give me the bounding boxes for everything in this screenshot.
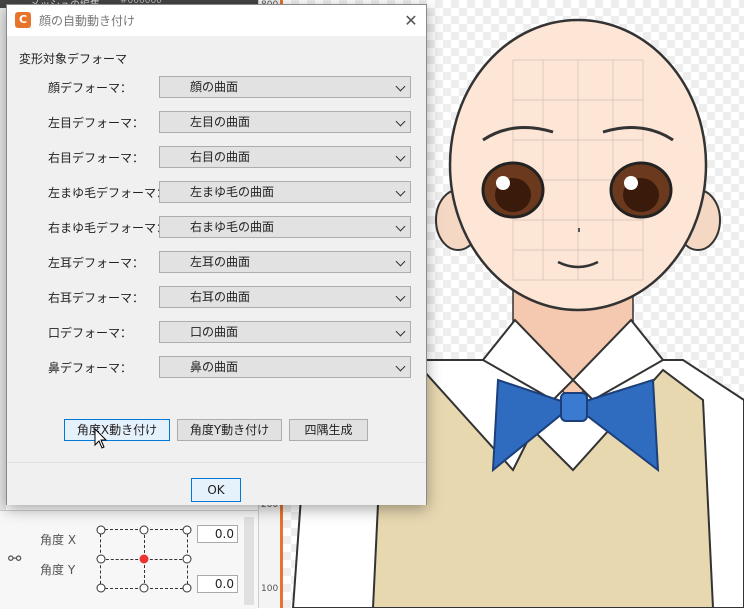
four-corners-button[interactable]: 四隅生成 [289, 419, 368, 441]
row-label-right-eye: 右目デフォーマ： [48, 151, 145, 165]
angle-y-motion-button[interactable]: 角度Y動き付け [177, 419, 282, 441]
select-nose-deformer[interactable]: 鼻の曲面 [159, 356, 411, 378]
select-face-deformer[interactable]: 顔の曲面 [159, 76, 411, 98]
select-right-eye-deformer[interactable]: 右目の曲面 [159, 146, 411, 168]
select-left-brow-deformer[interactable]: 左まゆ毛の曲面 [159, 181, 411, 203]
angle-y-value[interactable]: 0.0 [197, 575, 238, 593]
ok-button[interactable]: OK [191, 478, 241, 502]
select-left-ear-deformer[interactable]: 左耳の曲面 [159, 251, 411, 273]
section-label: 変形対象デフォーマ [19, 52, 128, 66]
row-label-mouth: 口デフォーマ： [48, 326, 133, 340]
row-label-left-eye: 左目デフォーマ： [48, 116, 145, 130]
close-icon[interactable]: ✕ [396, 5, 426, 36]
angle-x-value[interactable]: 0.0 [197, 525, 238, 543]
app-icon: C [15, 12, 31, 28]
dialog-titlebar[interactable]: C 顔の自動動き付け ✕ [7, 5, 426, 36]
row-label-face: 顔デフォーマ： [48, 81, 133, 95]
row-label-left-brow: 左まゆ毛デフォーマ： [48, 186, 169, 200]
angle-handle[interactable] [139, 554, 149, 564]
select-right-brow-deformer[interactable]: 右まゆ毛の曲面 [159, 216, 411, 238]
chevron-down-icon [395, 186, 406, 197]
dialog-title: 顔の自動動き付け [39, 14, 136, 28]
row-label-right-ear: 右耳デフォーマ： [48, 291, 145, 305]
panel-scrollbar[interactable] [244, 517, 254, 605]
chevron-down-icon [395, 116, 406, 127]
mouse-cursor-icon [94, 428, 108, 449]
angle-x-label: 角度 X [40, 533, 77, 547]
select-mouth-deformer[interactable]: 口の曲面 [159, 321, 411, 343]
link-icon[interactable]: ⚯ [8, 549, 21, 568]
dialog-footer: OK [7, 462, 426, 505]
auto-face-motion-dialog: C 顔の自動動き付け ✕ 変形対象デフォーマ 顔デフォーマ： 顔の曲面 左目デフ… [6, 4, 427, 505]
row-label-nose: 鼻デフォーマ： [48, 361, 133, 375]
chevron-down-icon [395, 256, 406, 267]
chevron-down-icon [395, 361, 406, 372]
angle-y-label: 角度 Y [40, 563, 76, 577]
chevron-down-icon [395, 221, 406, 232]
chevron-down-icon [395, 151, 406, 162]
ruler-tick: 100 [261, 584, 279, 594]
select-left-eye-deformer[interactable]: 左目の曲面 [159, 111, 411, 133]
chevron-down-icon [395, 81, 406, 92]
row-label-left-ear: 左耳デフォーマ： [48, 256, 145, 270]
row-label-right-brow: 右まゆ毛デフォーマ： [48, 221, 169, 235]
chevron-down-icon [395, 326, 406, 337]
angle-x-motion-button[interactable]: 角度X動き付け [64, 419, 170, 441]
chevron-down-icon [395, 291, 406, 302]
parameter-panel: ⚯ 角度 X 角度 Y 0.0 0.0 [0, 510, 258, 609]
angle-xy-pad[interactable] [96, 525, 192, 593]
select-right-ear-deformer[interactable]: 右耳の曲面 [159, 286, 411, 308]
